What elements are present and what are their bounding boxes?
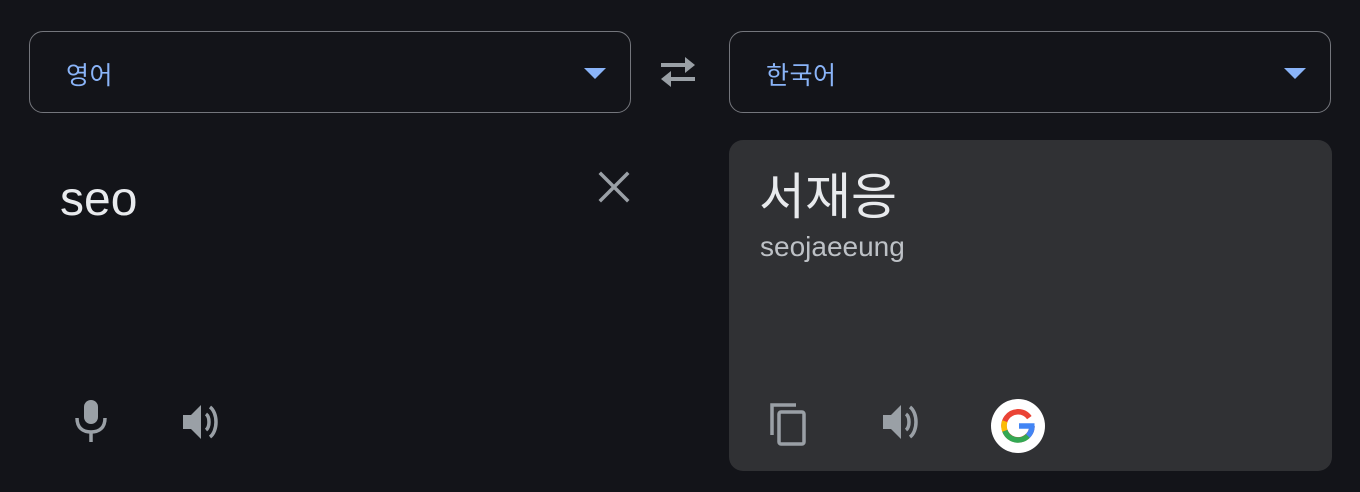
copy-translation-button[interactable]: [766, 401, 812, 449]
chevron-down-icon: [1284, 68, 1306, 79]
translation-text: 서재응: [759, 169, 897, 225]
translation-romanization: seojaeeung: [760, 231, 905, 262]
translate-app: 영어 한국어 seo 서재응 seojaeeung: [0, 0, 1360, 492]
copy-icon: [770, 403, 806, 446]
source-language-select[interactable]: 영어: [29, 31, 631, 113]
google-logo-icon: [1001, 409, 1035, 443]
source-text-input[interactable]: seo: [60, 172, 137, 227]
search-google-button[interactable]: [991, 399, 1045, 453]
swap-arrows-icon: [661, 57, 695, 87]
close-icon: [598, 171, 630, 203]
clear-source-button[interactable]: [594, 167, 634, 207]
speaker-icon: [883, 405, 918, 439]
target-language-label: 한국어: [766, 62, 837, 90]
listen-translation-button[interactable]: [879, 400, 925, 444]
source-text-panel[interactable]: seo: [29, 140, 649, 470]
microphone-icon: [75, 400, 107, 442]
voice-input-button[interactable]: [69, 398, 113, 446]
source-language-label: 영어: [66, 62, 114, 90]
chevron-down-icon: [584, 68, 606, 79]
swap-languages-button[interactable]: [655, 52, 701, 92]
target-language-select[interactable]: 한국어: [729, 31, 1331, 113]
translation-panel: 서재응 seojaeeung: [729, 140, 1332, 471]
speaker-icon: [183, 405, 218, 439]
listen-source-button[interactable]: [179, 400, 225, 444]
